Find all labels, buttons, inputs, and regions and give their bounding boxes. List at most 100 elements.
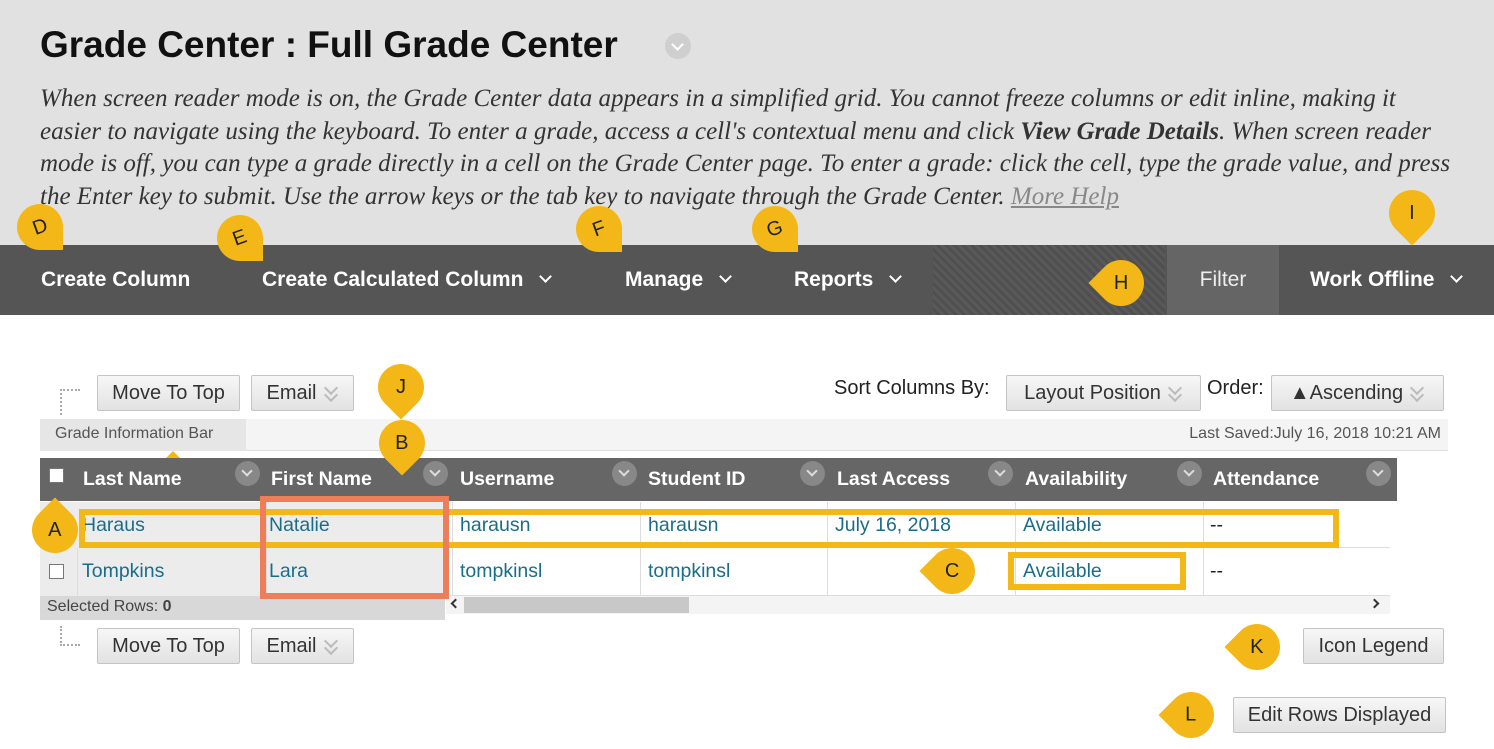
column-menu-icon[interactable] (1366, 461, 1391, 486)
chevron-down-icon (889, 270, 903, 283)
callout-b-label: B (395, 432, 409, 454)
cell-attendance[interactable]: -- (1210, 548, 1223, 594)
page-instructions: When screen reader mode is on, the Grade… (40, 83, 1460, 211)
order-label: Order: (1207, 377, 1264, 399)
cell-last-name[interactable]: Tompkins (82, 548, 164, 594)
callout-g-label: G (763, 216, 787, 242)
create-calculated-column-label: Create Calculated Column (262, 268, 524, 291)
callout-k-label: K (1250, 636, 1264, 658)
cell-divider (452, 548, 453, 596)
callout-d-label: D (29, 214, 51, 240)
cell-username[interactable]: tompkinsl (460, 548, 542, 594)
chevron-down-icon (719, 270, 733, 283)
chevron-down-icon (1450, 270, 1464, 283)
callout-i-label: I (1409, 202, 1415, 224)
callout-e-label: E (229, 225, 251, 251)
col-header-last-name[interactable]: Last Name (83, 458, 182, 501)
callout-a-label: A (48, 519, 62, 541)
callout-l-label: L (1185, 704, 1197, 726)
col-header-first-name[interactable]: First Name (271, 458, 372, 501)
callout-marker-d: D (17, 204, 63, 250)
sort-columns-value: Layout Position (1024, 382, 1161, 404)
selected-rows-count: 0 (162, 598, 172, 615)
last-saved-text: Last Saved:July 16, 2018 10:21 AM (1189, 425, 1441, 442)
move-to-top-button-bottom[interactable]: Move To Top (97, 628, 240, 664)
selected-rows-label: Selected Rows: (47, 598, 159, 615)
connector-line (60, 626, 80, 646)
email-label: Email (266, 382, 317, 404)
availability-highlight (1008, 552, 1186, 590)
cell-divider (640, 548, 641, 596)
edit-rows-displayed-button[interactable]: Edit Rows Displayed (1233, 697, 1446, 733)
grade-information-bar-tab[interactable]: Grade Information Bar (40, 419, 246, 451)
chevron-down-icon (539, 270, 553, 283)
col-header-last-access[interactable]: Last Access (837, 458, 950, 501)
double-chevron-icon (323, 636, 339, 656)
manage-menu[interactable]: Manage (625, 245, 733, 315)
move-to-top-label: Move To Top (112, 382, 225, 404)
callout-j-label: J (396, 376, 406, 398)
icon-legend-label: Icon Legend (1318, 635, 1429, 657)
callout-h-label: H (1113, 271, 1129, 294)
callout-c-label: C (944, 559, 960, 582)
cell-student-id[interactable]: tompkinsl (648, 548, 730, 594)
column-menu-icon[interactable] (235, 461, 260, 486)
scroll-right-icon[interactable] (1369, 598, 1380, 609)
cell-divider (1203, 548, 1204, 596)
more-help-link[interactable]: More Help (1011, 183, 1119, 210)
column-menu-icon[interactable] (612, 461, 637, 486)
create-column-button[interactable]: Create Column (41, 245, 190, 315)
grade-table-header: Last Name First Name Username Student ID… (40, 458, 1397, 501)
sort-columns-label: Sort Columns By: (834, 377, 990, 399)
reports-menu[interactable]: Reports (794, 245, 903, 315)
work-offline-label: Work Offline (1310, 268, 1435, 291)
move-to-top-label: Move To Top (112, 635, 225, 657)
manage-label: Manage (625, 268, 704, 291)
filter-label: Filter (1199, 268, 1247, 291)
callout-marker-f: F (576, 206, 622, 252)
first-name-column-highlight (260, 496, 449, 599)
callout-marker-l: L (1158, 682, 1224, 748)
grade-information-bar: Grade Information Bar Last Saved:July 16… (40, 419, 1448, 451)
page-title: Grade Center : Full Grade Center (40, 24, 618, 65)
create-calculated-column-menu[interactable]: Create Calculated Column (262, 245, 553, 315)
email-label: Email (266, 635, 317, 657)
double-chevron-icon (1409, 383, 1425, 403)
work-offline-menu[interactable]: Work Offline (1310, 245, 1464, 315)
col-header-student-id[interactable]: Student ID (648, 458, 746, 501)
scrollbar-thumb[interactable] (464, 597, 689, 613)
email-menu-button[interactable]: Email (251, 375, 354, 411)
sort-columns-select[interactable]: Layout Position (1006, 375, 1201, 411)
horizontal-scrollbar[interactable] (446, 596, 1390, 614)
connector-line (60, 389, 62, 415)
move-to-top-button[interactable]: Move To Top (97, 375, 240, 411)
column-menu-icon[interactable] (988, 461, 1013, 486)
instructions-bold: View Grade Details (1020, 117, 1219, 145)
order-value: ▲Ascending (1289, 382, 1404, 404)
col-header-availability[interactable]: Availability (1025, 458, 1127, 501)
email-menu-button-bottom[interactable]: Email (251, 628, 354, 664)
edit-rows-displayed-label: Edit Rows Displayed (1247, 704, 1432, 726)
page-header: Grade Center : Full Grade Center When sc… (0, 0, 1494, 245)
row-select-checkbox[interactable] (49, 564, 64, 579)
filter-button[interactable]: Filter (1167, 245, 1279, 315)
order-select[interactable]: ▲Ascending (1271, 375, 1444, 411)
column-menu-icon[interactable] (800, 461, 825, 486)
callout-marker-e: E (217, 215, 263, 261)
col-header-username[interactable]: Username (460, 458, 554, 501)
double-chevron-icon (323, 383, 339, 403)
select-all-checkbox[interactable] (49, 468, 64, 483)
cell-divider (827, 548, 828, 596)
double-chevron-icon (1167, 383, 1183, 403)
create-column-label: Create Column (41, 268, 191, 291)
column-menu-icon[interactable] (423, 461, 448, 486)
callout-marker-g: G (752, 206, 798, 252)
icon-legend-button[interactable]: Icon Legend (1303, 628, 1444, 664)
cell-divider (77, 548, 78, 596)
col-header-attendance[interactable]: Attendance (1213, 458, 1319, 501)
column-menu-icon[interactable] (1177, 461, 1202, 486)
title-menu-chevron-icon[interactable] (665, 33, 691, 59)
table-row: Tompkins Lara tompkinsl tompkinsl Availa… (40, 548, 1390, 596)
scroll-left-icon[interactable] (450, 598, 461, 609)
callout-f-label: F (589, 216, 609, 242)
